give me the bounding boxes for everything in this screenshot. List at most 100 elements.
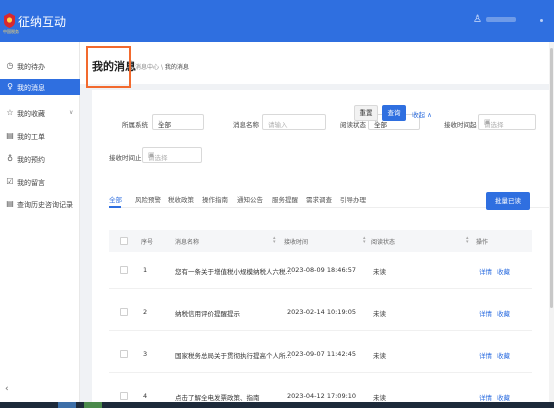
tab-notice[interactable]: 通知公告 <box>237 194 263 204</box>
favorite-link[interactable]: 收藏 <box>497 308 510 318</box>
chevron-down-icon: ∨ <box>158 119 163 126</box>
tab-risk-warning[interactable]: 风险预警 <box>135 194 161 204</box>
detail-link[interactable]: 详情 <box>479 350 492 360</box>
start-time-picker[interactable]: 请选择 ▣ <box>478 114 536 130</box>
sidebar-item-label: 我的待办 <box>17 63 45 71</box>
sidebar-item-tickets[interactable]: ▤ 我的工单 <box>0 128 80 144</box>
sidebar-item-comments[interactable]: ☑ 我的留言 <box>0 174 80 190</box>
main-content: 我的消息 消息中心 \ 我的消息 所属系统 全部 ∨ 消息名称 请输入 阅读状态… <box>80 42 554 408</box>
message-name[interactable]: 国家税务总局关于贯彻执行提高个人所... <box>175 350 292 360</box>
tabs-divider <box>109 207 549 208</box>
column-header: 操作 <box>476 239 489 246</box>
row-checkbox[interactable] <box>120 350 128 358</box>
row-number: 1 <box>143 266 148 274</box>
sort-icon[interactable]: ▴ ▾ <box>273 236 276 245</box>
tab-tax-policy[interactable]: 税收政策 <box>168 194 194 204</box>
row-number: 3 <box>143 350 148 358</box>
calendar-icon: ▣ <box>484 118 491 126</box>
table-row[interactable]: 3 国家税务总局关于贯彻执行提高个人所... 2023-09-07 11:42:… <box>109 336 532 373</box>
sort-icon[interactable]: ▴ ▾ <box>466 236 469 245</box>
sidebar-item-favorites[interactable]: ☆ 我的收藏 ∨ <box>0 105 80 121</box>
column-header: 接收时间 <box>284 239 309 246</box>
active-tab-indicator <box>109 206 121 208</box>
sidebar-item-todo[interactable]: ◷ 我的待办 <box>0 58 80 74</box>
receive-time: 2023-02-14 10:19:05 <box>287 308 357 316</box>
read-status: 未读 <box>373 394 386 402</box>
more-icon[interactable] <box>540 19 543 22</box>
favorite-link[interactable]: 收藏 <box>497 392 510 402</box>
sidebar-item-label: 我的收藏 <box>17 110 45 118</box>
row-number: 2 <box>143 308 148 316</box>
column-header: 阅读状态 <box>371 239 396 246</box>
app-title: 征纳互动 <box>18 15 67 29</box>
reset-button[interactable]: 重置 <box>354 105 378 121</box>
tab-guided-handling[interactable]: 引导办理 <box>340 194 366 204</box>
sidebar-item-appointments[interactable]: ♁ 我的预约 <box>0 151 80 167</box>
row-number: 4 <box>143 392 148 400</box>
tab-survey[interactable]: 需求调查 <box>306 194 332 204</box>
select-all-checkbox[interactable] <box>120 237 128 245</box>
sort-icon[interactable]: ▴ ▾ <box>363 236 366 245</box>
message-name-placeholder: 请输入 <box>268 121 288 129</box>
scrollbar-thumb[interactable] <box>550 48 553 308</box>
system-select[interactable]: 全部 ∨ <box>152 114 204 130</box>
name-label: 消息名称 <box>233 121 259 129</box>
breadcrumb-current: 我的消息 <box>164 64 189 71</box>
batch-mark-read-button[interactable]: 批量已读 <box>486 192 530 210</box>
sidebar-item-label: 查询历史咨询记录 <box>17 201 73 209</box>
message-name[interactable]: 您有一条关于增值税小规模纳税人六税... <box>175 266 292 276</box>
collapse-sidebar-icon[interactable]: ‹ <box>5 384 9 394</box>
detail-link[interactable]: 详情 <box>479 308 492 318</box>
breadcrumb: 消息中心 \ 我的消息 <box>135 62 189 71</box>
read-status: 未读 <box>373 310 386 318</box>
tax-emblem-icon <box>4 13 15 28</box>
receive-time: 2023-09-07 11:42:45 <box>287 350 357 358</box>
sidebar-item-label: 我的消息 <box>17 84 45 92</box>
column-header: 消息名称 <box>175 239 200 246</box>
tab-service-reminder[interactable]: 服务提醒 <box>272 194 298 204</box>
end-time-label: 接收时间止 <box>109 154 142 162</box>
message-name-input[interactable]: 请输入 <box>262 114 326 130</box>
tab-all[interactable]: 全部 <box>109 194 122 204</box>
detail-link[interactable]: 详情 <box>479 392 492 402</box>
table-row[interactable]: 1 您有一条关于增值税小规模纳税人六税... 2023-08-09 18:46:… <box>109 252 532 289</box>
read-status: 未读 <box>373 268 386 276</box>
sidebar: ◷ 我的待办 ♀ 我的消息 ☆ 我的收藏 ∨ ▤ 我的工单 ♁ 我的预约 ☑ 我… <box>0 42 80 408</box>
start-time-label: 接收时间起 <box>444 121 477 129</box>
read-status: 未读 <box>373 352 386 360</box>
receive-time: 2023-04-12 17:09:10 <box>287 392 357 400</box>
end-time-picker[interactable]: 请选择 ▣ <box>142 147 202 163</box>
sidebar-item-label: 我的预约 <box>17 156 45 164</box>
sidebar-item-history[interactable]: ▤ 查询历史咨询记录 <box>0 196 80 212</box>
breadcrumb-root[interactable]: 消息中心 <box>135 64 159 71</box>
page-header: 我的消息 消息中心 \ 我的消息 <box>80 42 554 84</box>
person-icon: ♁ <box>7 154 13 163</box>
tab-guide[interactable]: 操作指南 <box>202 194 228 204</box>
breadcrumb-separator: \ <box>160 64 163 71</box>
column-header: 序号 <box>141 239 154 246</box>
star-icon: ☆ <box>6 108 14 117</box>
taskbar-item[interactable] <box>58 402 76 408</box>
query-button[interactable]: 查询 <box>382 105 406 121</box>
ticket-icon: ▤ <box>6 131 14 140</box>
receive-time: 2023-08-09 18:46:57 <box>287 266 357 274</box>
user-name-redacted[interactable] <box>486 17 516 22</box>
table-header: 序号 消息名称 ▴ ▾ 接收时间 ▴ ▾ 阅读状态 ▴ ▾ 操作 <box>109 230 532 252</box>
sidebar-item-label: 我的工单 <box>17 133 45 141</box>
detail-link[interactable]: 详情 <box>479 266 492 276</box>
row-checkbox[interactable] <box>120 266 128 274</box>
sidebar-item-label: 我的留言 <box>17 179 45 187</box>
row-checkbox[interactable] <box>120 308 128 316</box>
taskbar-item[interactable] <box>84 402 102 408</box>
checkbox-icon: ☑ <box>6 177 14 186</box>
favorite-link[interactable]: 收藏 <box>497 266 510 276</box>
clock-icon: ◷ <box>6 61 14 70</box>
message-name[interactable]: 纳税信用评价提醒提示 <box>175 308 240 318</box>
table-row[interactable]: 2 纳税信用评价提醒提示 2023-02-14 10:19:05 未读 详情 收… <box>109 294 532 331</box>
favorite-link[interactable]: 收藏 <box>497 350 510 360</box>
sidebar-item-messages[interactable]: ♀ 我的消息 <box>0 79 80 95</box>
row-checkbox[interactable] <box>120 392 128 400</box>
message-name[interactable]: 点击了解全电发票政策、指南 <box>175 392 260 402</box>
collapse-filters-button[interactable]: 收起 ∧ <box>412 109 432 119</box>
user-icon[interactable]: ♙ <box>473 14 482 25</box>
